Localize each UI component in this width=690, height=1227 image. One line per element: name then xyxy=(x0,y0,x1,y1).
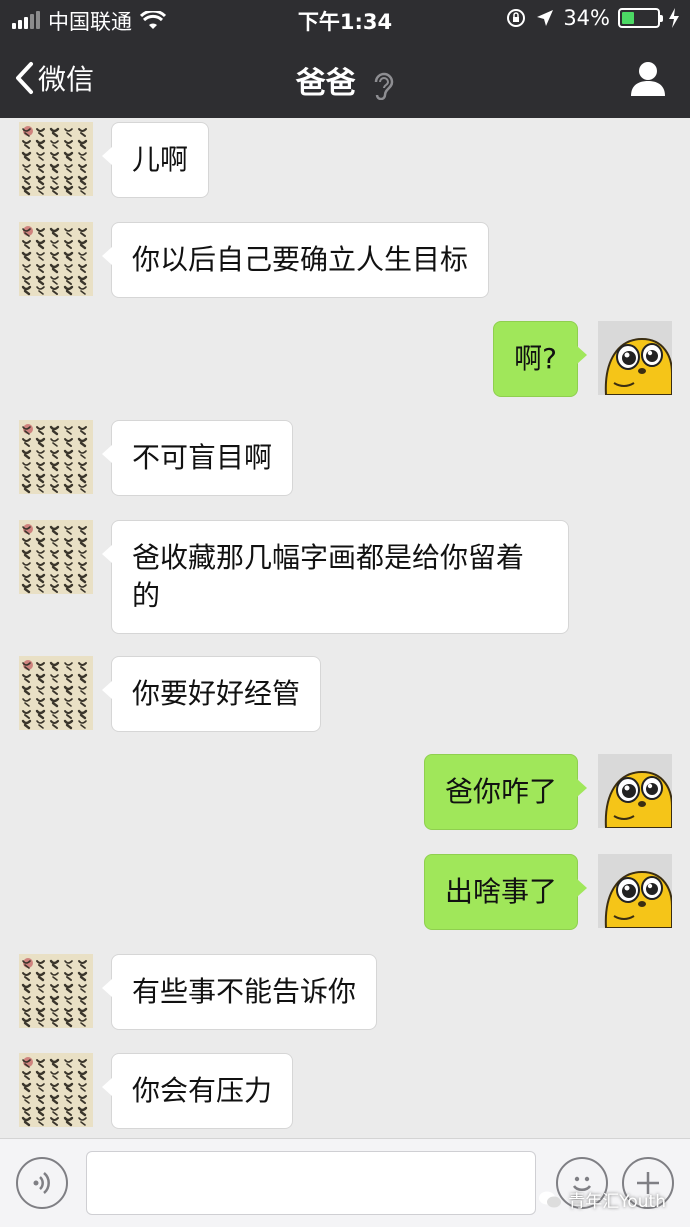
father-avatar[interactable] xyxy=(19,222,93,296)
person-icon xyxy=(631,62,665,96)
watermark: 青年汇Youth xyxy=(538,1187,666,1212)
voice-icon xyxy=(33,1172,50,1194)
status-bar: 中国联通 下午1:34 34% xyxy=(0,0,690,38)
my-avatar[interactable] xyxy=(598,321,672,395)
input-bar: 青年汇Youth xyxy=(0,1138,690,1227)
father-avatar[interactable] xyxy=(19,122,93,196)
message-bubble[interactable]: 你以后自己要确立人生目标 xyxy=(101,222,490,298)
message-bubble[interactable]: 出啥事了 xyxy=(423,854,588,930)
my-avatar[interactable] xyxy=(598,754,672,828)
message-bubble[interactable]: 有些事不能告诉你 xyxy=(101,954,378,1030)
contact-info-button[interactable] xyxy=(628,58,668,102)
father-avatar[interactable] xyxy=(19,656,93,730)
battery-percent: 34% xyxy=(563,6,610,30)
battery-icon xyxy=(618,8,663,28)
message-bubble[interactable]: 儿啊 xyxy=(101,122,210,198)
chat-area[interactable]: 儿啊 你以后自己要确立人生目标 啊? 不可盲目啊 爸收藏那几幅字画都是给你留着 … xyxy=(0,118,690,1138)
message-input[interactable] xyxy=(86,1151,536,1215)
father-avatar[interactable] xyxy=(19,420,93,494)
voice-button[interactable] xyxy=(16,1157,68,1209)
chat-title: 爸爸 xyxy=(0,58,690,102)
message-bubble[interactable]: 你会有压力 xyxy=(101,1053,294,1129)
message-bubble[interactable]: 爸收藏那几幅字画都是给你留着 的 xyxy=(102,520,569,634)
location-icon xyxy=(537,10,554,26)
message-bubble[interactable]: 爸你咋了 xyxy=(423,754,588,830)
status-right: 34% xyxy=(505,6,680,30)
watermark-line1: 青年汇Youth xyxy=(568,1192,666,1212)
message-bubble[interactable]: 你要好好经管 xyxy=(101,656,322,732)
earpiece-mode-icon xyxy=(374,72,394,100)
my-avatar[interactable] xyxy=(598,854,672,928)
charging-icon xyxy=(669,8,679,28)
father-avatar[interactable] xyxy=(19,954,93,1028)
chat-title-text: 爸爸 xyxy=(295,66,356,101)
wechat-logo-icon xyxy=(539,1191,562,1207)
nav-bar: 微信 爸爸 xyxy=(0,38,690,118)
father-avatar[interactable] xyxy=(19,1053,93,1127)
message-bubble[interactable]: 啊? xyxy=(493,321,587,397)
rotation-lock-icon xyxy=(507,9,526,27)
message-bubble[interactable]: 不可盲目啊 xyxy=(101,420,294,496)
father-avatar[interactable] xyxy=(19,520,93,594)
